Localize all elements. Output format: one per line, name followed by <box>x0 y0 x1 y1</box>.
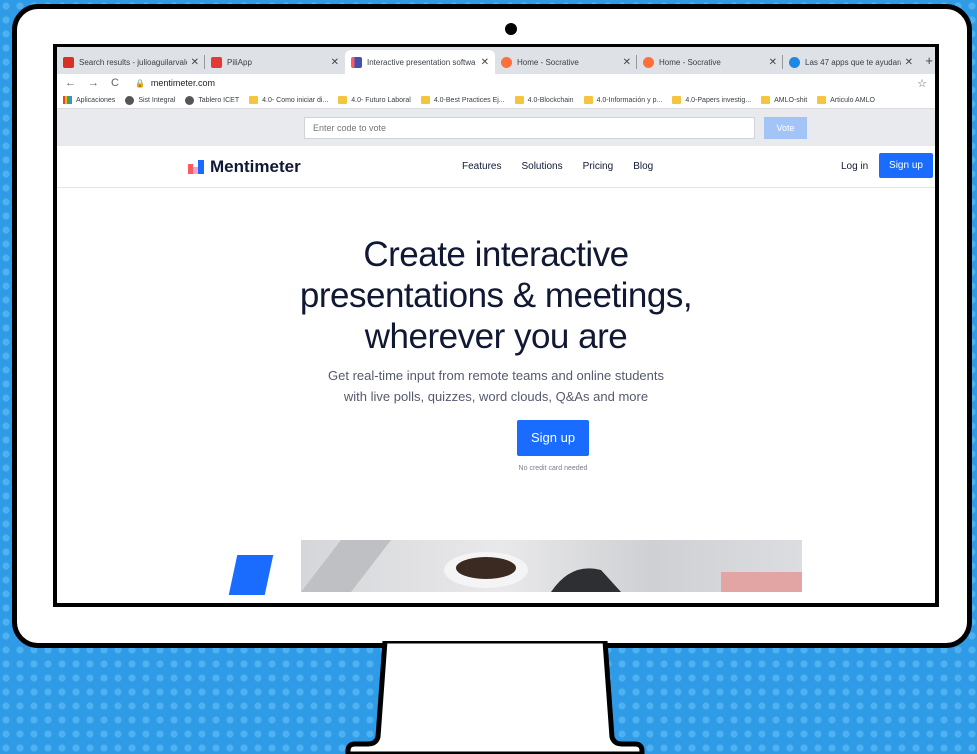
bookmark-folder[interactable]: 4.0- Como iniciar di... <box>249 96 328 104</box>
hero-section: Create interactive presentations & meeti… <box>57 234 935 407</box>
close-icon[interactable]: ✕ <box>481 57 489 68</box>
close-icon[interactable]: ✕ <box>623 57 631 68</box>
mentimeter-logo-icon <box>188 160 204 174</box>
tab-socrative-2[interactable]: Home - Socrative ✕ <box>637 50 783 74</box>
bookmark-label: Sist Integral <box>138 96 176 104</box>
no-credit-card-note: No credit card needed <box>518 465 588 472</box>
article-icon <box>789 56 800 68</box>
logo-text: Mentimeter <box>210 157 301 176</box>
browser-window: Search results - julioaguilarvalc ✕ Pili… <box>53 44 939 607</box>
folder-icon <box>817 96 827 104</box>
hero-title: Create interactive presentations & meeti… <box>57 234 935 357</box>
bookmark-label: Aplicaciones <box>76 96 116 104</box>
webcam-dot <box>505 23 517 35</box>
tab-title: Search results - julioaguilarvalc <box>79 57 187 67</box>
monitor-stand <box>345 641 645 754</box>
bookmark-folder[interactable]: 4.0-Información y p... <box>583 96 663 104</box>
page-content: Vote Mentimeter Features Solutions Prici… <box>57 109 935 595</box>
tab-piliapp[interactable]: PiliApp ✕ <box>205 50 345 74</box>
socrative-icon <box>501 56 512 68</box>
hero-signup-button[interactable]: Sign up <box>517 420 589 456</box>
tab-apps-article[interactable]: Las 47 apps que te ayudarán a ✕ <box>783 50 919 74</box>
bookmark-label: Articulo AMLO <box>830 96 875 104</box>
lock-icon: 🔒 <box>134 78 145 88</box>
bookmark-label: Tablero ICET <box>198 96 240 104</box>
nav-blog[interactable]: Blog <box>633 161 653 172</box>
bookmark-folder[interactable]: 4.0- Futuro Laboral <box>338 96 411 104</box>
bookmark-aplicaciones[interactable]: Aplicaciones <box>63 96 115 104</box>
bookmark-folder[interactable]: AMLO-shit <box>761 96 807 104</box>
bookmark-label: 4.0-Información y p... <box>596 96 663 104</box>
tab-title: Interactive presentation softwa <box>367 57 476 67</box>
folder-icon <box>420 96 430 104</box>
reload-icon[interactable]: C <box>111 77 119 89</box>
globe-icon <box>125 95 135 105</box>
bookmark-folder[interactable]: 4.0-Blockchain <box>514 96 574 104</box>
tab-gmail[interactable]: Search results - julioaguilarvalc ✕ <box>57 50 205 74</box>
folder-icon <box>761 96 771 104</box>
bookmark-tablero-icet[interactable]: Tablero ICET <box>185 95 240 105</box>
vote-button[interactable]: Vote <box>764 117 807 139</box>
hero-subtitle: Get real-time input from remote teams an… <box>57 365 935 407</box>
nav-solutions[interactable]: Solutions <box>521 161 562 172</box>
bookmark-folder[interactable]: 4.0-Best Practices Ej... <box>420 96 505 104</box>
tab-title: Home - Socrative <box>659 57 721 67</box>
globe-icon <box>185 95 195 105</box>
close-icon[interactable]: ✕ <box>191 57 199 68</box>
folder-icon <box>672 96 682 104</box>
bookmark-label: 4.0-Best Practices Ej... <box>433 96 505 104</box>
hero-title-line: wherever you are <box>364 317 628 356</box>
header-signup-button[interactable]: Sign up <box>879 153 933 178</box>
bookmark-label: 4.0- Como iniciar di... <box>262 96 329 104</box>
folder-icon <box>249 96 259 104</box>
address-bar: ← → C 🔒 mentimeter.com ☆ <box>57 74 935 92</box>
bookmark-label: 4.0-Papers investig... <box>685 96 752 104</box>
hero-subtitle-line: Get real-time input from remote teams an… <box>328 368 664 383</box>
bookmark-star-icon[interactable]: ☆ <box>917 77 927 90</box>
vote-code-input[interactable] <box>304 117 755 139</box>
bookmarks-bar: Aplicaciones Sist Integral Tablero ICET … <box>57 92 935 109</box>
site-header: Mentimeter Features Solutions Pricing Bl… <box>57 146 935 188</box>
bookmark-label: 4.0- Futuro Laboral <box>351 96 411 104</box>
tab-title: PiliApp <box>227 57 252 67</box>
apps-icon <box>63 96 72 104</box>
login-link[interactable]: Log in <box>841 161 868 172</box>
tab-bar: Search results - julioaguilarvalc ✕ Pili… <box>57 47 935 74</box>
main-nav: Features Solutions Pricing Blog <box>462 161 673 172</box>
mentimeter-logo[interactable]: Mentimeter <box>188 157 301 177</box>
mentimeter-icon <box>351 56 362 68</box>
vote-bar: Vote <box>57 109 935 146</box>
socrative-icon <box>643 56 654 68</box>
tab-socrative-1[interactable]: Home - Socrative ✕ <box>495 50 637 74</box>
bookmark-label: 4.0-Blockchain <box>527 96 574 104</box>
bookmark-folder[interactable]: Articulo AMLO <box>817 96 875 104</box>
tab-title: Las 47 apps que te ayudarán a <box>805 57 901 67</box>
piliapp-icon <box>211 56 222 68</box>
bookmark-folder[interactable]: 4.0-Papers investig... <box>672 96 751 104</box>
folder-icon <box>514 96 524 104</box>
url-text[interactable]: mentimeter.com <box>151 78 917 88</box>
close-icon[interactable]: ✕ <box>769 57 777 68</box>
folder-icon <box>338 96 348 104</box>
hero-subtitle-line: with live polls, quizzes, word clouds, Q… <box>343 389 649 404</box>
back-icon[interactable]: ← <box>65 77 76 89</box>
decorative-blue-shape <box>228 555 274 595</box>
bookmark-label: AMLO-shit <box>774 96 808 104</box>
close-icon[interactable]: ✕ <box>331 57 339 68</box>
hero-title-line: Create interactive <box>363 235 629 274</box>
hero-title-line: presentations & meetings, <box>299 276 693 315</box>
coffee-desk-image <box>301 540 802 592</box>
forward-icon[interactable]: → <box>88 77 99 89</box>
folder-icon <box>583 96 593 104</box>
nav-pricing[interactable]: Pricing <box>583 161 614 172</box>
bookmark-sist-integral[interactable]: Sist Integral <box>125 95 176 105</box>
tab-mentimeter[interactable]: Interactive presentation softwa ✕ <box>345 50 495 74</box>
new-tab-icon[interactable]: + <box>925 53 933 68</box>
hero-photo <box>301 540 802 592</box>
nav-features[interactable]: Features <box>462 161 501 172</box>
gmail-icon <box>63 56 74 68</box>
close-icon[interactable]: ✕ <box>905 57 913 68</box>
tab-title: Home - Socrative <box>517 57 579 67</box>
